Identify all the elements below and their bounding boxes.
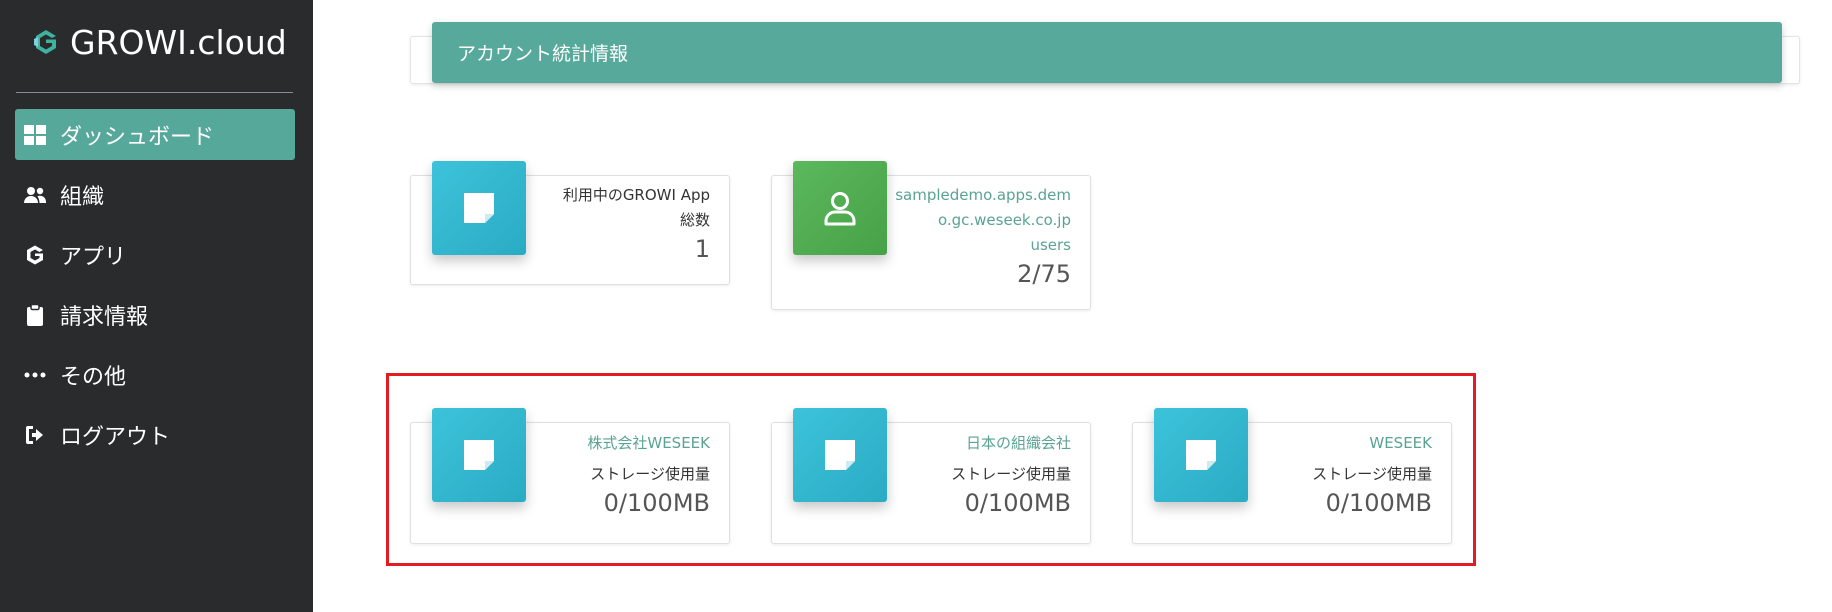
growi-logo-icon bbox=[34, 30, 56, 54]
users-card-domain-line2[interactable]: o.gc.weseek.co.jp bbox=[793, 208, 1071, 233]
sidebar-item-billing[interactable]: 請求情報 bbox=[15, 289, 295, 340]
sidebar-item-organization[interactable]: 組織 bbox=[15, 169, 295, 220]
account-stats-title: アカウント統計情報 bbox=[457, 43, 629, 65]
brand[interactable]: GROWI.cloud bbox=[30, 20, 287, 64]
storage-card-label: ストレージ使用量 bbox=[1312, 465, 1432, 483]
brand-name: GROWI.cloud bbox=[70, 22, 287, 62]
growi-app-icon bbox=[22, 242, 48, 268]
sidebar-item-label: その他 bbox=[60, 364, 127, 390]
apps-card-value: 1 bbox=[694, 235, 710, 263]
sidebar: GROWI.cloud ダッシュボード 組織 アプリ 請求情報 その他 ログアウ… bbox=[0, 0, 313, 612]
users-icon bbox=[22, 182, 48, 208]
storage-card-label: ストレージ使用量 bbox=[951, 465, 1071, 483]
clipboard-icon bbox=[22, 302, 48, 328]
sidebar-item-label: ログアウト bbox=[60, 424, 171, 450]
sidebar-nav: ダッシュボード 組織 アプリ 請求情報 その他 ログアウト bbox=[15, 109, 295, 469]
storage-card-org[interactable]: 日本の組織会社 bbox=[793, 431, 1071, 456]
sidebar-item-label: 組織 bbox=[60, 184, 105, 210]
users-card-value: 2/75 bbox=[1017, 260, 1071, 288]
sidebar-item-logout[interactable]: ログアウト bbox=[15, 409, 295, 460]
sign-out-icon bbox=[22, 422, 48, 448]
storage-card-org[interactable]: 株式会社WESEEK bbox=[432, 431, 710, 456]
apps-card-text: 利用中のGROWI App 総数 1 bbox=[432, 183, 710, 265]
storage-card-text: 日本の組織会社 ストレージ使用量 0/100MB bbox=[793, 431, 1071, 519]
users-card-label-users: users bbox=[1030, 236, 1071, 254]
sidebar-item-other[interactable]: その他 bbox=[15, 349, 295, 400]
sidebar-item-label: ダッシュボード bbox=[60, 124, 215, 150]
sidebar-divider bbox=[16, 92, 293, 93]
storage-card-value: 0/100MB bbox=[964, 489, 1071, 517]
apps-card-label-line2: 総数 bbox=[679, 211, 710, 229]
storage-card-value: 0/100MB bbox=[603, 489, 710, 517]
storage-card-label: ストレージ使用量 bbox=[590, 465, 710, 483]
apps-card-label-line1: 利用中のGROWI App bbox=[562, 186, 710, 204]
more-dots-icon bbox=[22, 362, 48, 388]
dashboard-grid-icon bbox=[22, 122, 48, 148]
sidebar-item-dashboard[interactable]: ダッシュボード bbox=[15, 109, 295, 160]
users-card-domain-line1[interactable]: sampledemo.apps.dem bbox=[793, 183, 1071, 208]
sidebar-item-apps[interactable]: アプリ bbox=[15, 229, 295, 280]
account-stats-header: アカウント統計情報 bbox=[432, 22, 1782, 83]
sidebar-item-label: アプリ bbox=[60, 244, 127, 270]
main-content: アカウント統計情報 利用中のGROWI App 総数 1 sampledemo.… bbox=[313, 0, 1832, 612]
storage-card-text: WESEEK ストレージ使用量 0/100MB bbox=[1154, 431, 1432, 519]
storage-card-value: 0/100MB bbox=[1325, 489, 1432, 517]
storage-card-org[interactable]: WESEEK bbox=[1154, 431, 1432, 456]
sidebar-item-label: 請求情報 bbox=[60, 304, 149, 330]
storage-card-text: 株式会社WESEEK ストレージ使用量 0/100MB bbox=[432, 431, 710, 519]
users-card-text: sampledemo.apps.dem o.gc.weseek.co.jp us… bbox=[793, 183, 1071, 290]
